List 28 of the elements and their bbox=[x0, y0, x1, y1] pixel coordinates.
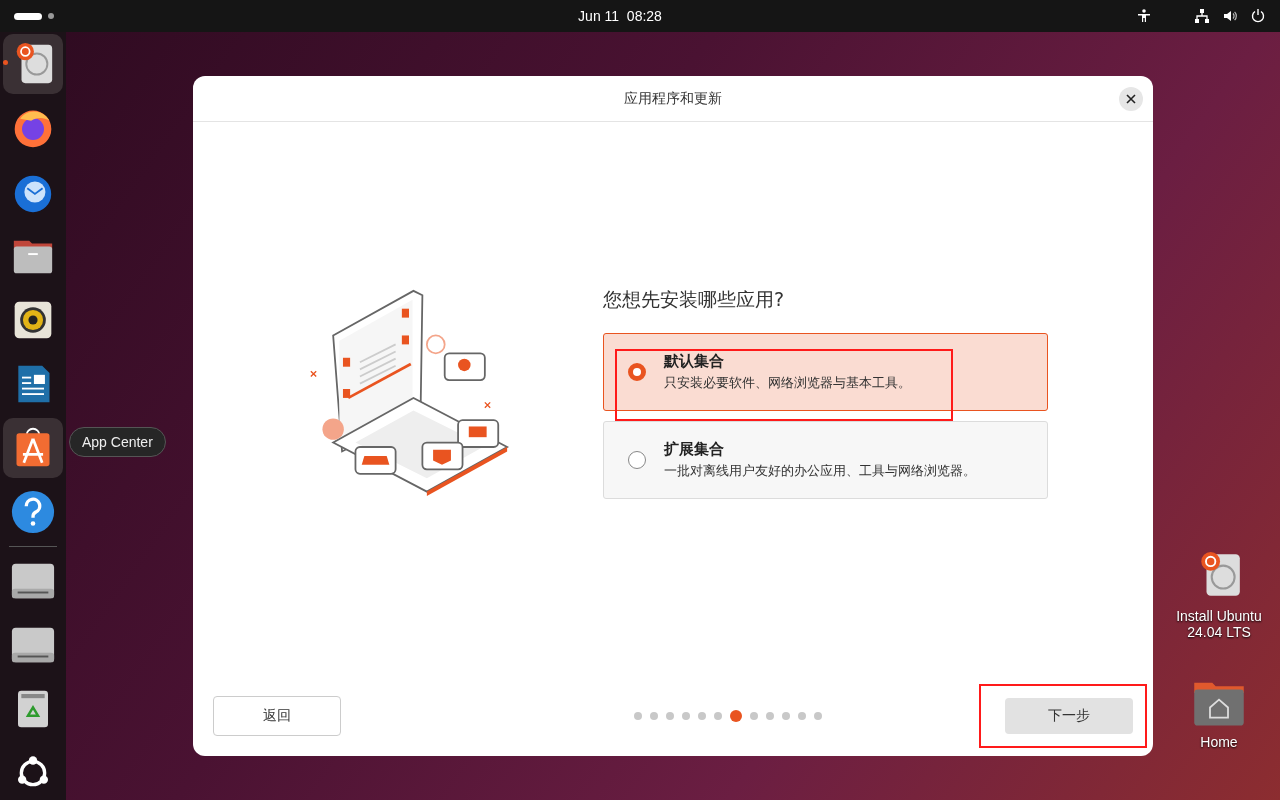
back-button[interactable]: 返回 bbox=[213, 696, 341, 736]
running-indicator bbox=[3, 60, 8, 65]
desktop-icon-label[interactable]: Install Ubuntu 24.04 LTS bbox=[1169, 608, 1269, 640]
workspace-indicator[interactable] bbox=[14, 12, 42, 20]
dock-item[interactable] bbox=[3, 34, 63, 94]
network-icon[interactable] bbox=[1194, 8, 1210, 24]
volume-icon[interactable] bbox=[1222, 8, 1238, 24]
close-icon bbox=[1126, 94, 1136, 104]
help-icon bbox=[10, 489, 56, 535]
option-description: 一批对离线用户友好的办公应用、工具与网络浏览器。 bbox=[664, 462, 976, 480]
tooltip: App Center bbox=[69, 427, 166, 457]
radio-button[interactable] bbox=[628, 451, 646, 469]
close-button[interactable] bbox=[1119, 87, 1143, 111]
clock[interactable]: Jun 11 08:28 bbox=[578, 8, 662, 24]
option-title: 默认集合 bbox=[664, 352, 725, 371]
dock-item[interactable] bbox=[3, 418, 63, 478]
question-heading: 您想先安装哪些应用? bbox=[603, 287, 786, 312]
dialog-title: 应用程序和更新 bbox=[624, 89, 722, 108]
radio-button[interactable] bbox=[628, 363, 646, 381]
power-icon[interactable] bbox=[1250, 8, 1266, 24]
option-card[interactable]: 默认集合 只安装必要软件、网络浏览器与基本工具。 bbox=[603, 333, 1048, 411]
option-title: 扩展集合 bbox=[664, 440, 725, 459]
workspace-indicator[interactable] bbox=[48, 13, 54, 19]
option-description: 只安装必要软件、网络浏览器与基本工具。 bbox=[664, 374, 911, 392]
accessibility-icon[interactable] bbox=[1136, 8, 1152, 24]
next-button[interactable]: 下一步 bbox=[1005, 698, 1133, 734]
desktop-icon-label[interactable]: Home bbox=[1169, 734, 1269, 750]
option-card[interactable]: 扩展集合 一批对离线用户友好的办公应用、工具与网络浏览器。 bbox=[603, 421, 1048, 499]
